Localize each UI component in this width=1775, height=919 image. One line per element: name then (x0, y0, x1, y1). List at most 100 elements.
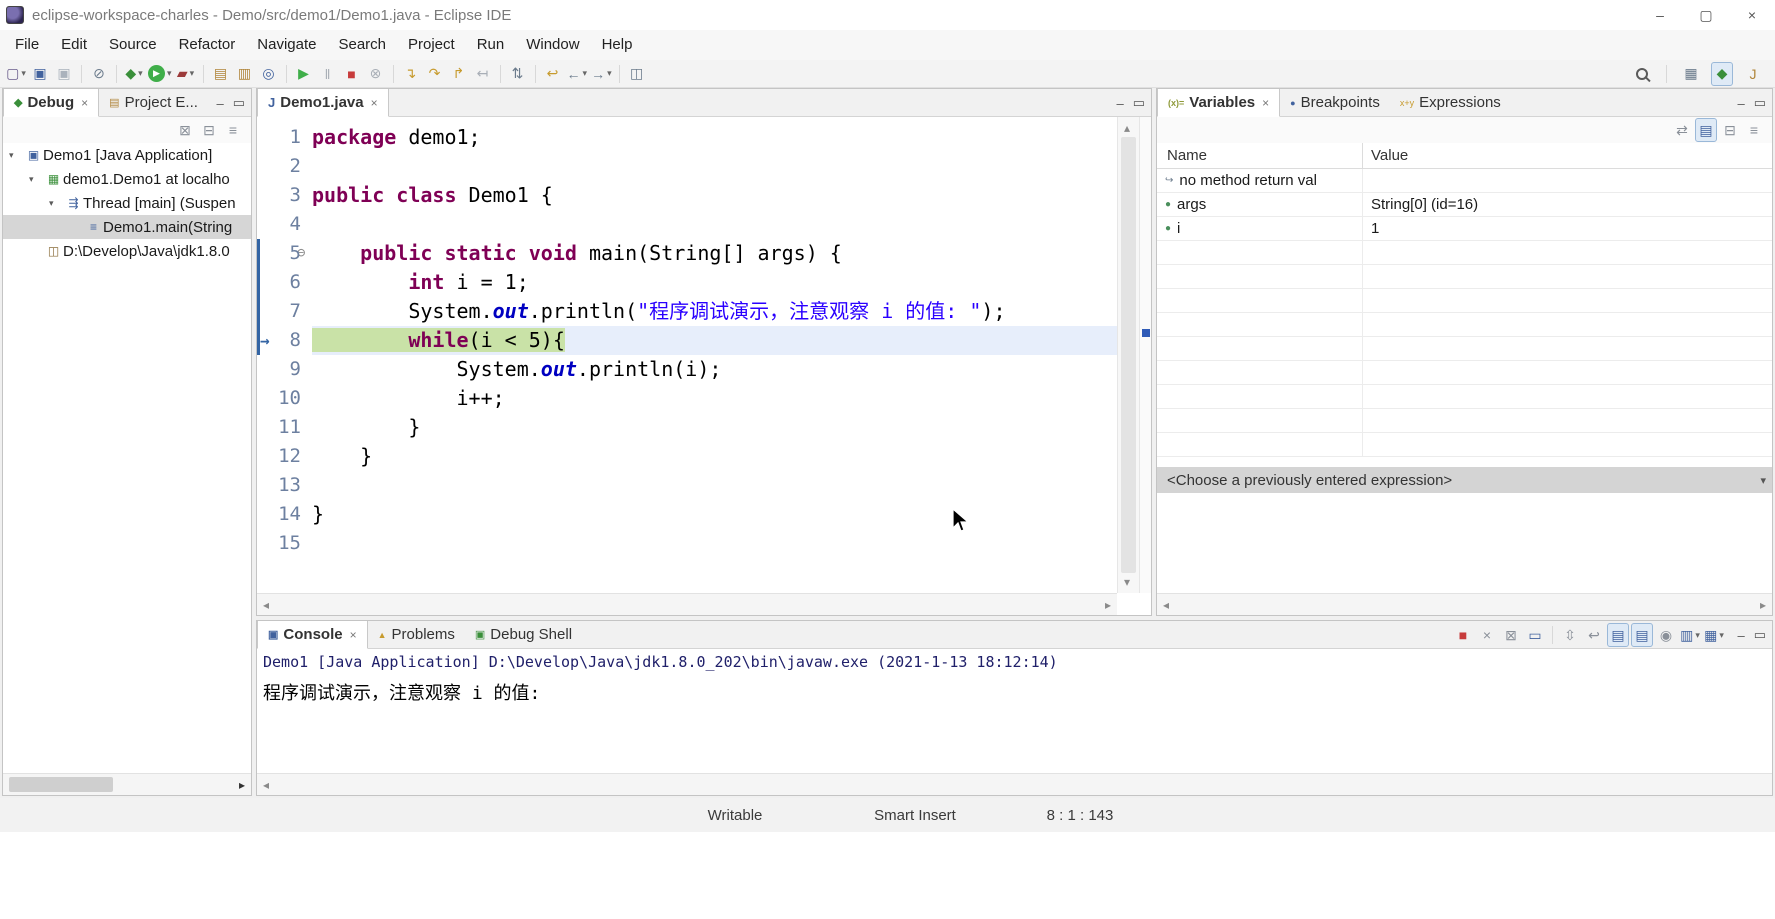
new-java-project-button[interactable]: ▤ (210, 62, 232, 86)
open-type-button[interactable]: ▥ (234, 62, 256, 86)
new-button[interactable]: ▢ (5, 62, 27, 86)
back-button[interactable]: ← (566, 62, 589, 86)
menu-refactor[interactable]: Refactor (168, 30, 247, 60)
maximize-view-icon[interactable]: ▭ (1133, 95, 1145, 111)
menu-project[interactable]: Project (397, 30, 466, 60)
clear-console-button[interactable]: ▭ (1524, 623, 1546, 647)
code-line[interactable]: int i = 1; (312, 268, 1117, 297)
tab-console[interactable]: ▣ Console × (257, 621, 368, 649)
scroll-left-icon[interactable]: ◂ (1157, 594, 1175, 616)
menu-window[interactable]: Window (515, 30, 590, 60)
remove-launch-button[interactable]: × (1476, 623, 1498, 647)
tab-breakpoints[interactable]: ● Breakpoints (1280, 89, 1390, 116)
debug-tree-item[interactable]: ▾▣Demo1 [Java Application] (3, 143, 251, 167)
minimize-view-icon[interactable]: – (216, 96, 223, 111)
expand-arrow-icon[interactable]: ▾ (49, 198, 64, 209)
drop-to-frame-button[interactable]: ↤ (472, 62, 494, 86)
search-button[interactable] (1631, 62, 1653, 86)
pin-editor-button[interactable]: ◫ (626, 62, 648, 86)
code-line[interactable]: public class Demo1 { (312, 181, 1117, 210)
open-console-button[interactable]: ▦ (1703, 623, 1725, 647)
close-icon[interactable]: × (350, 628, 357, 642)
code-line[interactable] (312, 210, 1117, 239)
menu-run[interactable]: Run (466, 30, 516, 60)
debug-tree-item[interactable]: ≡Demo1.main(String (3, 215, 251, 239)
search-dialog-button[interactable]: ◎ (258, 62, 280, 86)
step-into-button[interactable]: ↴ (400, 62, 422, 86)
expand-arrow-icon[interactable]: ▾ (9, 150, 24, 161)
current-line-marker[interactable] (1142, 329, 1150, 337)
line-number[interactable]: 4 (257, 210, 301, 239)
pin-console-button[interactable]: ◉ (1655, 623, 1677, 647)
tab-problems[interactable]: ▲ Problems (368, 621, 465, 648)
code-line[interactable]: System.out.println("程序调试演示，注意观察 i 的值: ")… (312, 297, 1117, 326)
run-coverage-button[interactable]: ▰ (175, 62, 197, 86)
menu-source[interactable]: Source (98, 30, 168, 60)
open-perspective-button[interactable]: ▦ (1680, 62, 1702, 86)
maximize-view-icon[interactable]: ▭ (233, 95, 245, 111)
window-close-icon[interactable]: × (1729, 0, 1775, 30)
tab-debug-shell[interactable]: ▣ Debug Shell (465, 621, 582, 648)
close-icon[interactable]: × (1262, 96, 1269, 110)
skip-all-breakpoints-button[interactable]: ⊘ (88, 62, 110, 86)
scroll-left-icon[interactable]: ◂ (257, 594, 275, 616)
line-number[interactable]: 9 (257, 355, 301, 384)
suspend-button[interactable]: ‖ (317, 62, 339, 86)
line-number[interactable]: 11 (257, 413, 301, 442)
scroll-right-icon[interactable]: ▸ (233, 774, 251, 796)
tab-debug[interactable]: ◆ Debug × (3, 89, 99, 117)
line-number[interactable]: 6 (257, 268, 301, 297)
code-line[interactable] (312, 471, 1117, 500)
code-line[interactable] (312, 152, 1117, 181)
code-line[interactable]: } (312, 500, 1117, 529)
variables-hscrollbar[interactable]: ◂ ▸ (1157, 593, 1772, 615)
code-line[interactable]: i++; (312, 384, 1117, 413)
debug-view-menu-button[interactable]: ≡ (222, 118, 244, 142)
save-button[interactable]: ▣ (29, 62, 51, 86)
editor-vscrollbar[interactable]: ▴ ▾ (1117, 117, 1139, 593)
code-line[interactable] (312, 529, 1117, 558)
code-line[interactable]: while(i < 5){ (312, 326, 1117, 355)
minimize-view-icon[interactable]: – (1116, 96, 1123, 111)
tab-demo1-java[interactable]: J Demo1.java × (257, 89, 389, 117)
column-name[interactable]: Name (1157, 143, 1363, 168)
debug-hscrollbar[interactable]: ▸ (3, 773, 251, 795)
view-menu-button[interactable]: ≡ (1743, 118, 1765, 142)
collapse-all-button[interactable]: ⊟ (198, 118, 220, 142)
debug-tree-item[interactable]: ▾▦demo1.Demo1 at localho (3, 167, 251, 191)
run-button[interactable]: ▶ (147, 62, 173, 86)
line-number[interactable]: 2 (257, 152, 301, 181)
variable-row[interactable]: ●i1 (1157, 217, 1772, 241)
collapse-all-button[interactable]: ⊟ (1719, 118, 1741, 142)
line-number[interactable]: 12 (257, 442, 301, 471)
minimize-view-icon[interactable]: – (1737, 628, 1744, 643)
line-number[interactable]: 1 (257, 123, 301, 152)
menu-navigate[interactable]: Navigate (246, 30, 327, 60)
show-on-stdout-button[interactable]: ▤ (1607, 623, 1629, 647)
line-number[interactable]: 7 (257, 297, 301, 326)
menu-search[interactable]: Search (327, 30, 397, 60)
step-return-button[interactable]: ↱ (448, 62, 470, 86)
show-type-names-button[interactable]: ⇄ (1671, 118, 1693, 142)
line-number[interactable]: 8 (257, 326, 301, 355)
last-edit-location-button[interactable]: ↩ (542, 62, 564, 86)
debug-tree-item[interactable]: ▾⇶Thread [main] (Suspen (3, 191, 251, 215)
minimize-view-icon[interactable]: – (1737, 96, 1744, 111)
remove-all-terminated-button[interactable]: ⊠ (174, 118, 196, 142)
window-minimize-icon[interactable]: – (1637, 0, 1683, 30)
scroll-right-icon[interactable]: ▸ (1754, 594, 1772, 616)
code-line[interactable]: } (312, 413, 1117, 442)
java-perspective-button[interactable]: J (1742, 62, 1764, 86)
step-over-button[interactable]: ↷ (424, 62, 446, 86)
debug-perspective-button[interactable]: ◆ (1711, 62, 1733, 86)
scroll-right-icon[interactable]: ▸ (1099, 594, 1117, 616)
menu-help[interactable]: Help (591, 30, 644, 60)
remove-all-launches-button[interactable]: ⊠ (1500, 623, 1522, 647)
line-number[interactable]: 15 (257, 529, 301, 558)
scrollbar-thumb[interactable] (1121, 137, 1136, 573)
resume-button[interactable]: ▶ (293, 62, 315, 86)
editor-hscrollbar[interactable]: ◂ ▸ (257, 593, 1117, 615)
disconnect-button[interactable]: ⊗ (365, 62, 387, 86)
console-output-area[interactable]: Demo1 [Java Application] D:\Develop\Java… (257, 649, 1772, 773)
console-hscrollbar[interactable]: ◂ (257, 773, 1772, 795)
